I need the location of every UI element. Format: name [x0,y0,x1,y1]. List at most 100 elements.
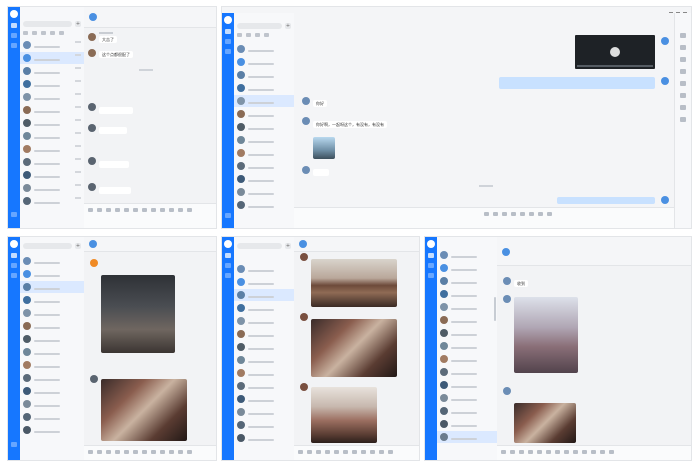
list-item[interactable] [234,134,294,146]
list-item[interactable] [234,302,294,314]
contacts-icon[interactable] [225,39,231,44]
list-item[interactable] [20,268,84,280]
composer[interactable] [84,445,216,460]
workspace-icon[interactable] [11,43,17,48]
list-item[interactable] [20,182,84,194]
settings-icon[interactable] [11,442,17,447]
list-item[interactable] [437,418,497,430]
list-item[interactable] [20,143,84,155]
chat-icon[interactable] [11,253,17,258]
profile-avatar[interactable] [224,16,232,24]
list-item[interactable] [20,169,84,181]
contacts-icon[interactable] [428,263,434,268]
list-item[interactable] [20,333,84,345]
composer[interactable] [294,445,419,460]
list-item[interactable] [20,411,84,423]
chat-icon[interactable] [225,253,231,258]
list-item[interactable] [20,359,84,371]
list-item[interactable] [234,160,294,172]
list-item[interactable] [437,340,497,352]
toolbar-icon[interactable] [680,117,686,122]
contacts-icon[interactable] [11,263,17,268]
list-item[interactable] [20,424,84,436]
search-input[interactable] [23,21,72,27]
list-item[interactable] [437,288,497,300]
settings-icon[interactable] [11,212,17,217]
toolbar-icon[interactable] [680,81,686,86]
list-item[interactable] [234,186,294,198]
list-item[interactable] [20,372,84,384]
list-item[interactable] [20,195,84,207]
settings-icon[interactable] [225,213,231,218]
contacts-icon[interactable] [225,263,231,268]
composer[interactable] [84,203,216,228]
list-item[interactable] [20,156,84,168]
list-item[interactable] [234,315,294,327]
list-item[interactable] [234,199,294,211]
toolbar-icon[interactable] [680,93,686,98]
image-message[interactable] [101,379,187,441]
workspace-icon[interactable] [225,273,231,278]
list-item[interactable] [437,262,497,274]
image-message[interactable] [311,319,397,377]
list-item[interactable] [437,314,497,326]
chat-icon[interactable] [428,253,434,258]
list-item[interactable] [234,380,294,392]
list-item[interactable] [437,405,497,417]
image-message[interactable] [514,403,576,443]
list-item[interactable] [437,301,497,313]
list-item[interactable] [20,281,84,293]
list-item[interactable] [20,78,84,90]
list-item[interactable] [20,130,84,142]
list-item[interactable] [437,366,497,378]
list-item[interactable] [437,431,497,443]
search-input[interactable] [237,243,282,249]
toolbar-icon[interactable] [680,45,686,50]
image-message[interactable] [311,387,377,443]
workspace-icon[interactable] [225,49,231,54]
list-item[interactable] [234,419,294,431]
chat-icon[interactable] [11,23,17,28]
list-item[interactable] [234,367,294,379]
plus-icon[interactable]: + [75,21,81,27]
sticker-image[interactable] [313,137,335,159]
list-item[interactable] [20,320,84,332]
image-message[interactable] [101,275,175,353]
plus-icon[interactable]: + [75,243,81,249]
list-item[interactable] [234,108,294,120]
profile-avatar[interactable] [10,10,18,18]
list-item[interactable] [234,43,294,55]
list-item[interactable] [234,341,294,353]
list-item[interactable] [234,95,294,107]
image-message[interactable] [311,259,397,307]
list-item[interactable] [437,249,497,261]
toolbar-icon[interactable] [680,105,686,110]
list-item[interactable] [234,432,294,444]
list-item[interactable] [20,65,84,77]
list-item[interactable] [20,294,84,306]
list-item[interactable] [20,117,84,129]
list-item[interactable] [234,69,294,81]
list-item[interactable] [234,393,294,405]
scrollbar[interactable] [494,297,496,321]
profile-avatar[interactable] [10,240,18,248]
search-input[interactable] [23,243,72,249]
list-item[interactable] [234,406,294,418]
toolbar-icon[interactable] [680,33,686,38]
list-item[interactable] [234,289,294,301]
contacts-icon[interactable] [11,33,17,38]
workspace-icon[interactable] [428,273,434,278]
list-item[interactable] [20,398,84,410]
video-progress-bar[interactable] [577,65,653,67]
chat-icon[interactable] [225,29,231,34]
profile-avatar[interactable] [427,240,435,248]
workspace-icon[interactable] [11,273,17,278]
video-message[interactable] [575,35,655,69]
plus-icon[interactable]: + [285,243,291,249]
list-item[interactable] [20,346,84,358]
list-item[interactable] [20,39,84,51]
image-message[interactable] [514,297,578,373]
play-icon[interactable] [610,47,620,57]
list-item[interactable] [20,91,84,103]
list-item[interactable] [437,379,497,391]
